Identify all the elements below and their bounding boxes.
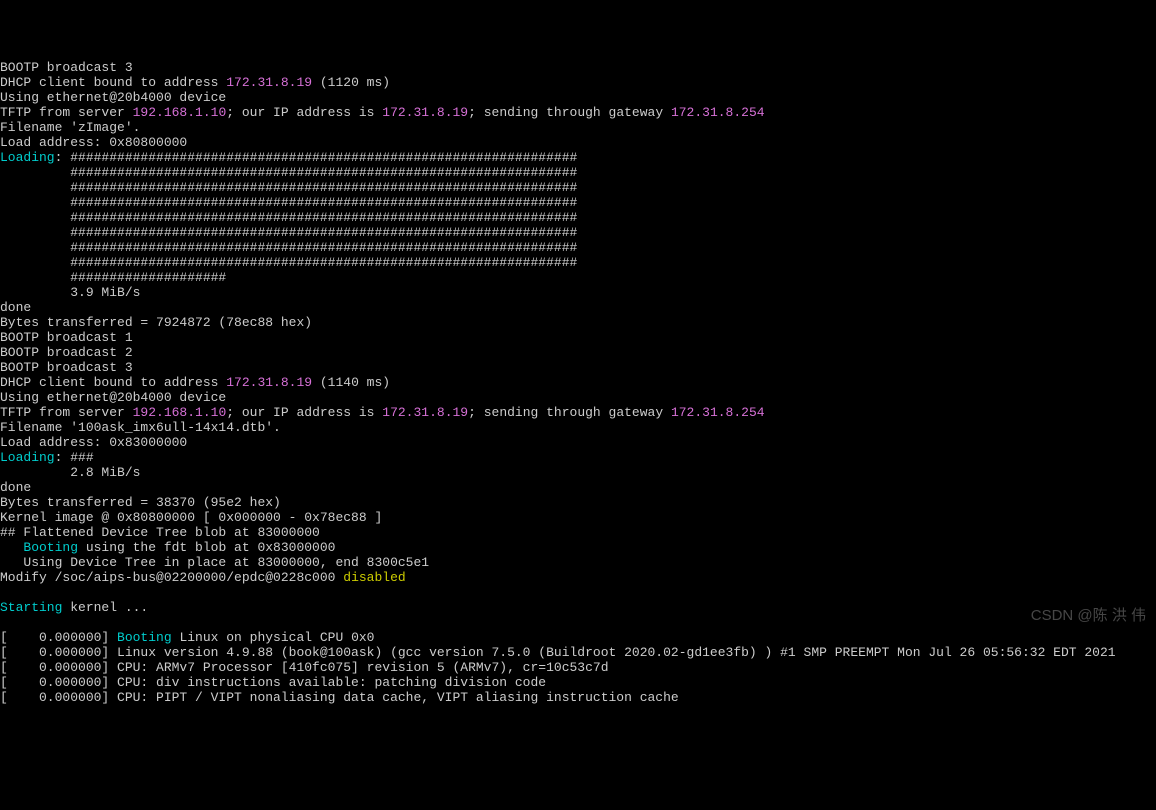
log-line: [ 0.000000] CPU: PIPT / VIPT nonaliasing… bbox=[0, 690, 679, 705]
text bbox=[0, 540, 23, 555]
progress-bar: ########################################… bbox=[0, 195, 577, 210]
log-line: Using Device Tree in place at 83000000, … bbox=[0, 555, 429, 570]
watermark: CSDN @陈 洪 伟 bbox=[1031, 608, 1146, 623]
log-line: Using ethernet@20b4000 device bbox=[0, 390, 226, 405]
ip-address: 172.31.8.19 bbox=[382, 105, 468, 120]
log-line: [ 0.000000] Linux version 4.9.88 (book@1… bbox=[0, 645, 1116, 660]
log-line: Modify /soc/aips-bus@02200000/epdc@0228c… bbox=[0, 570, 406, 585]
progress-bar: ########################################… bbox=[0, 180, 577, 195]
text: ; our IP address is bbox=[226, 105, 382, 120]
log-line: BOOTP broadcast 3 bbox=[0, 60, 133, 75]
log-line: Loading: ### bbox=[0, 450, 94, 465]
log-line: BOOTP broadcast 2 bbox=[0, 345, 133, 360]
text: DHCP client bound to address bbox=[0, 375, 226, 390]
log-line: [ 0.000000] Booting Linux on physical CP… bbox=[0, 630, 374, 645]
ip-address: 172.31.8.254 bbox=[671, 105, 765, 120]
text: (1140 ms) bbox=[312, 375, 390, 390]
text: (1120 ms) bbox=[312, 75, 390, 90]
text: TFTP from server bbox=[0, 405, 133, 420]
log-line: Filename '100ask_imx6ull-14x14.dtb'. bbox=[0, 420, 281, 435]
log-line: DHCP client bound to address 172.31.8.19… bbox=[0, 375, 390, 390]
progress-bar: : ### bbox=[55, 450, 94, 465]
log-line: Filename 'zImage'. bbox=[0, 120, 140, 135]
ip-address: 192.168.1.10 bbox=[133, 105, 227, 120]
log-line: [ 0.000000] CPU: ARMv7 Processor [410fc0… bbox=[0, 660, 609, 675]
loading-label: Loading bbox=[0, 150, 55, 165]
log-line: Bytes transferred = 7924872 (78ec88 hex) bbox=[0, 315, 312, 330]
timestamp: [ 0.000000] bbox=[0, 630, 117, 645]
log-line: done bbox=[0, 480, 31, 495]
log-line: DHCP client bound to address 172.31.8.19… bbox=[0, 75, 390, 90]
progress-bar: ########################################… bbox=[0, 225, 577, 240]
text: Modify /soc/aips-bus@02200000/epdc@0228c… bbox=[0, 570, 343, 585]
text: kernel ... bbox=[62, 600, 148, 615]
text: ; our IP address is bbox=[226, 405, 382, 420]
starting-label: Starting bbox=[0, 600, 62, 615]
ip-address: 172.31.8.254 bbox=[671, 405, 765, 420]
loading-label: Loading bbox=[0, 450, 55, 465]
text: Linux on physical CPU 0x0 bbox=[172, 630, 375, 645]
log-line: Starting kernel ... bbox=[0, 600, 148, 615]
progress-bar: ########################################… bbox=[0, 240, 577, 255]
terminal-output: BOOTP broadcast 3 DHCP client bound to a… bbox=[0, 60, 1156, 705]
log-line: Booting using the fdt blob at 0x83000000 bbox=[0, 540, 335, 555]
log-line: Kernel image @ 0x80800000 [ 0x000000 - 0… bbox=[0, 510, 382, 525]
ip-address: 172.31.8.19 bbox=[226, 375, 312, 390]
text: ; sending through gateway bbox=[468, 105, 671, 120]
log-line: Using ethernet@20b4000 device bbox=[0, 90, 226, 105]
log-line: done bbox=[0, 300, 31, 315]
ip-address: 172.31.8.19 bbox=[382, 405, 468, 420]
progress-bar: ########################################… bbox=[0, 165, 577, 180]
booting-label: Booting bbox=[23, 540, 78, 555]
transfer-speed: 3.9 MiB/s bbox=[0, 285, 140, 300]
ip-address: 192.168.1.10 bbox=[133, 405, 227, 420]
booting-label: Booting bbox=[117, 630, 172, 645]
disabled-label: disabled bbox=[343, 570, 405, 585]
text: ; sending through gateway bbox=[468, 405, 671, 420]
text: TFTP from server bbox=[0, 105, 133, 120]
log-line: TFTP from server 192.168.1.10; our IP ad… bbox=[0, 105, 765, 120]
text: using the fdt blob at 0x83000000 bbox=[78, 540, 335, 555]
progress-bar: : ######################################… bbox=[55, 150, 578, 165]
log-line: Load address: 0x80800000 bbox=[0, 135, 187, 150]
ip-address: 172.31.8.19 bbox=[226, 75, 312, 90]
log-line: Load address: 0x83000000 bbox=[0, 435, 187, 450]
text: DHCP client bound to address bbox=[0, 75, 226, 90]
progress-bar: ########################################… bbox=[0, 210, 577, 225]
log-line: ## Flattened Device Tree blob at 8300000… bbox=[0, 525, 320, 540]
progress-bar: ########################################… bbox=[0, 255, 577, 270]
transfer-speed: 2.8 MiB/s bbox=[0, 465, 140, 480]
log-line: TFTP from server 192.168.1.10; our IP ad… bbox=[0, 405, 765, 420]
log-line: Bytes transferred = 38370 (95e2 hex) bbox=[0, 495, 281, 510]
log-line: BOOTP broadcast 3 bbox=[0, 360, 133, 375]
log-line: [ 0.000000] CPU: div instructions availa… bbox=[0, 675, 546, 690]
log-line: Loading: ###############################… bbox=[0, 150, 577, 165]
log-line: BOOTP broadcast 1 bbox=[0, 330, 133, 345]
progress-bar: #################### bbox=[0, 270, 226, 285]
